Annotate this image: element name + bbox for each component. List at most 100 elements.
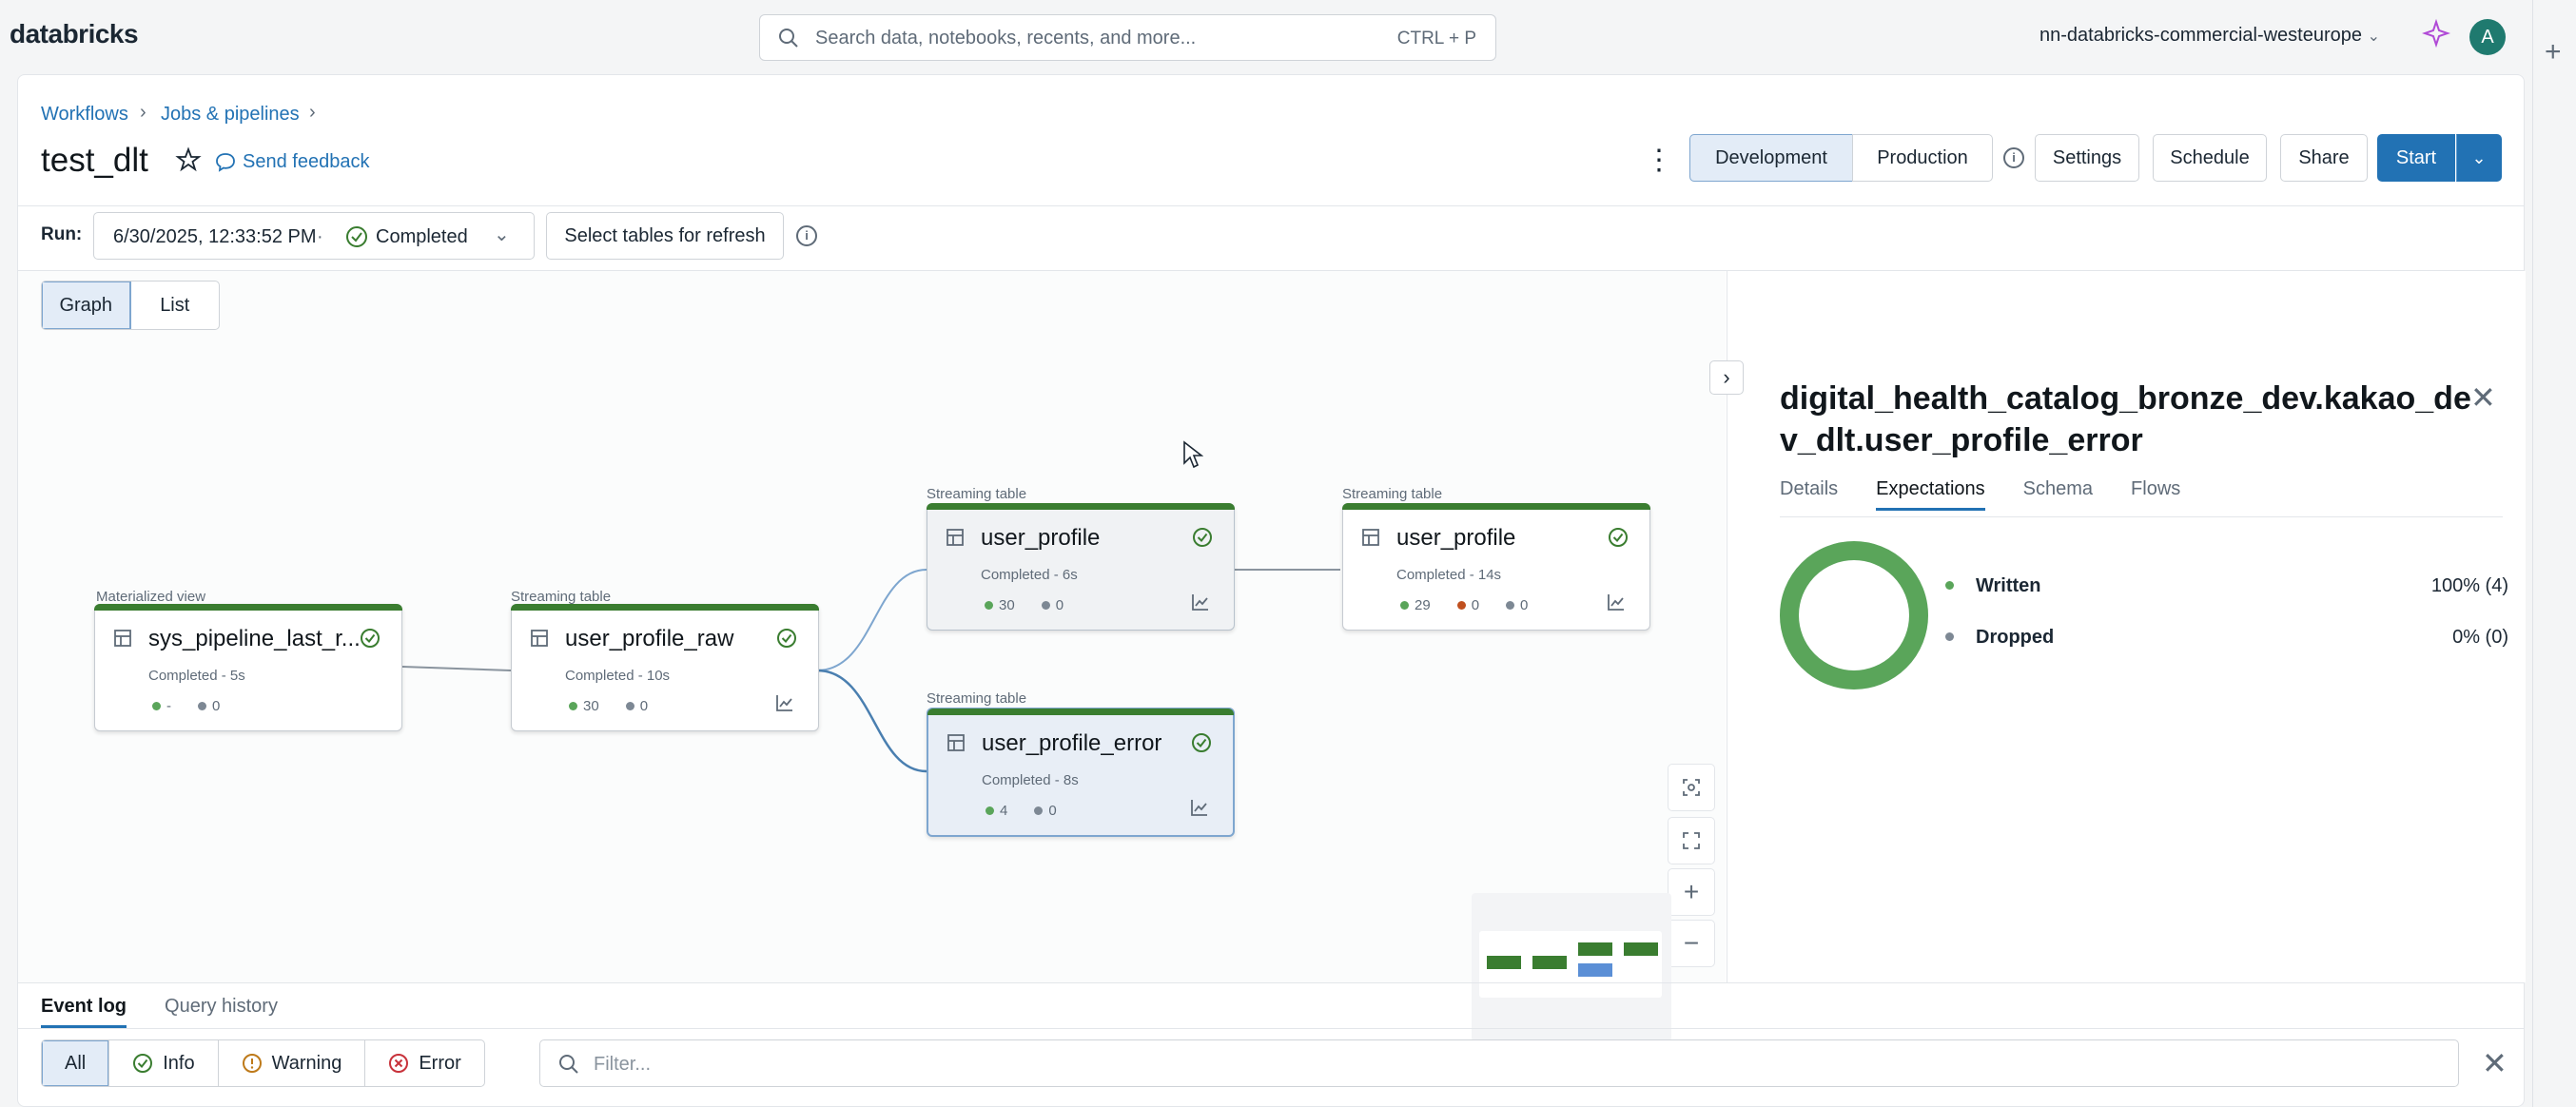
run-selector[interactable]: 6/30/2025, 12:33:52 PM · Completed ⌄	[93, 212, 535, 260]
chevron-down-icon: ⌄	[494, 224, 510, 245]
node-title: sys_pipeline_last_r...	[148, 626, 361, 651]
list-view-tab[interactable]: List	[131, 282, 220, 329]
breadcrumb-jobs-pipelines[interactable]: Jobs & pipelines	[161, 104, 300, 126]
tab-event-log[interactable]: Event log	[41, 996, 127, 1028]
start-button[interactable]: Start	[2377, 134, 2455, 182]
stat-value: 0	[1520, 597, 1529, 613]
node-status-bar	[1342, 503, 1650, 510]
mouse-cursor-icon	[1183, 440, 1203, 469]
minimap-node	[1487, 956, 1521, 969]
line-chart-icon[interactable]	[774, 692, 795, 713]
stat-written: 30	[569, 698, 599, 714]
development-mode-button[interactable]: Development	[1689, 134, 1853, 182]
zoom-in-button[interactable]: +	[1668, 868, 1715, 916]
graph-node-user-profile[interactable]: user_profile Completed - 6s 30 0	[927, 503, 1235, 631]
zoom-out-button[interactable]: −	[1668, 920, 1715, 967]
info-icon[interactable]: i	[2003, 147, 2024, 168]
event-level-filter[interactable]: All Info Warning Error	[41, 1039, 485, 1087]
tab-details[interactable]: Details	[1780, 478, 1838, 511]
collapse-panel-button[interactable]: ›	[1709, 360, 1744, 395]
node-title: user_profile_raw	[565, 626, 734, 651]
settings-button[interactable]: Settings	[2035, 134, 2139, 182]
info-icon[interactable]: i	[796, 225, 817, 246]
legend-label: Written	[1976, 575, 2041, 596]
schedule-button[interactable]: Schedule	[2153, 134, 2267, 182]
production-mode-button[interactable]: Production	[1852, 134, 1993, 182]
node-status: Completed - 5s	[148, 668, 245, 684]
star-icon[interactable]	[174, 146, 203, 174]
filter-placeholder: Filter...	[594, 1054, 652, 1075]
stat-written: 4	[986, 803, 1007, 819]
legend-value: 0% (0)	[2452, 627, 2508, 648]
stat-value: 0	[212, 698, 221, 714]
dropped-dot	[625, 702, 634, 710]
tab-schema[interactable]: Schema	[2023, 478, 2093, 511]
written-dot	[152, 702, 161, 710]
written-dot	[985, 601, 993, 610]
breadcrumb-separator: ›	[140, 102, 146, 123]
node-type-label: Streaming table	[1342, 486, 1443, 502]
filter-info[interactable]: Info	[109, 1040, 219, 1086]
bottom-tab-divider	[18, 1028, 2524, 1029]
graph-node-user-profile-error[interactable]: user_profile_error Completed - 8s 4 0	[927, 708, 1235, 837]
legend-written: Written 100% (4)	[1945, 575, 2508, 604]
graph-view-tab[interactable]: Graph	[42, 282, 131, 329]
share-button[interactable]: Share	[2280, 134, 2368, 182]
node-type-label: Materialized view	[96, 589, 206, 605]
workspace-selector[interactable]: nn-databricks-commercial-westeurope ⌄	[2039, 25, 2380, 47]
legend-label: Dropped	[1976, 627, 2055, 648]
tab-query-history[interactable]: Query history	[165, 996, 278, 1028]
stat-value: 0	[639, 698, 649, 714]
graph-node-sys-pipeline[interactable]: sys_pipeline_last_r... Completed - 5s - …	[94, 604, 402, 731]
node-status-bar	[94, 604, 402, 611]
filter-all[interactable]: All	[42, 1040, 110, 1086]
filter-label: Error	[419, 1052, 461, 1074]
tab-expectations[interactable]: Expectations	[1876, 478, 1985, 511]
close-panel-icon[interactable]: ✕	[2470, 379, 2496, 416]
fit-selection-button[interactable]	[1668, 764, 1715, 811]
line-chart-icon[interactable]	[1606, 592, 1627, 612]
minus-icon: −	[1683, 928, 1700, 958]
stat-dropped: 0	[1506, 597, 1528, 613]
graph-node-user-profile-raw[interactable]: user_profile_raw Completed - 10s 30 0	[511, 604, 819, 731]
view-toggle[interactable]: Graph List	[41, 281, 220, 330]
stat-written: 29	[1400, 597, 1431, 613]
stat-written: -	[152, 698, 171, 714]
start-options-dropdown[interactable]: ⌄	[2456, 134, 2502, 182]
node-stats: 30 0	[569, 698, 669, 714]
chat-bubble-icon	[216, 153, 235, 172]
check-circle-icon	[133, 1054, 153, 1073]
line-chart-icon[interactable]	[1189, 797, 1210, 818]
close-event-log-icon[interactable]: ✕	[2482, 1045, 2508, 1081]
check-circle-icon	[346, 226, 367, 247]
minimap-node	[1624, 942, 1658, 956]
line-chart-icon[interactable]	[1190, 592, 1211, 612]
assistant-sparkle-icon[interactable]	[2422, 19, 2450, 48]
event-filter-input[interactable]: Filter...	[539, 1039, 2459, 1087]
graph-minimap[interactable]	[1472, 893, 1671, 1041]
graph-node-user-profile-downstream[interactable]: user_profile Completed - 14s 29 0 0	[1342, 503, 1650, 631]
add-icon[interactable]: +	[2545, 36, 2562, 68]
filter-warning[interactable]: Warning	[219, 1040, 366, 1086]
select-tables-refresh-button[interactable]: Select tables for refresh	[546, 212, 784, 260]
search-icon	[779, 29, 798, 48]
send-feedback-link[interactable]: Send feedback	[243, 151, 369, 173]
bottom-tabs: Event log Query history	[41, 996, 278, 1028]
databricks-logo[interactable]: databricks	[10, 19, 139, 49]
fit-view-button[interactable]	[1668, 817, 1715, 864]
breadcrumb-workflows[interactable]: Workflows	[41, 104, 128, 126]
global-search[interactable]: Search data, notebooks, recents, and mor…	[759, 14, 1496, 61]
minimap-node	[1532, 956, 1567, 969]
filter-error[interactable]: Error	[365, 1040, 483, 1086]
stat-value: 0	[1048, 803, 1057, 819]
donut-written-arc	[1780, 541, 1928, 689]
error-icon	[389, 1054, 409, 1073]
workspace-name: nn-databricks-commercial-westeurope	[2039, 25, 2363, 46]
user-avatar[interactable]: A	[2469, 19, 2506, 55]
tab-flows[interactable]: Flows	[2131, 478, 2180, 511]
panel-title: digital_health_catalog_bronze_dev.kakao_…	[1780, 380, 2471, 458]
node-title: user_profile	[1396, 525, 1516, 551]
more-options-icon[interactable]: ⋮	[1645, 144, 1673, 177]
stat-value: 29	[1415, 597, 1431, 613]
table-icon	[947, 734, 965, 751]
